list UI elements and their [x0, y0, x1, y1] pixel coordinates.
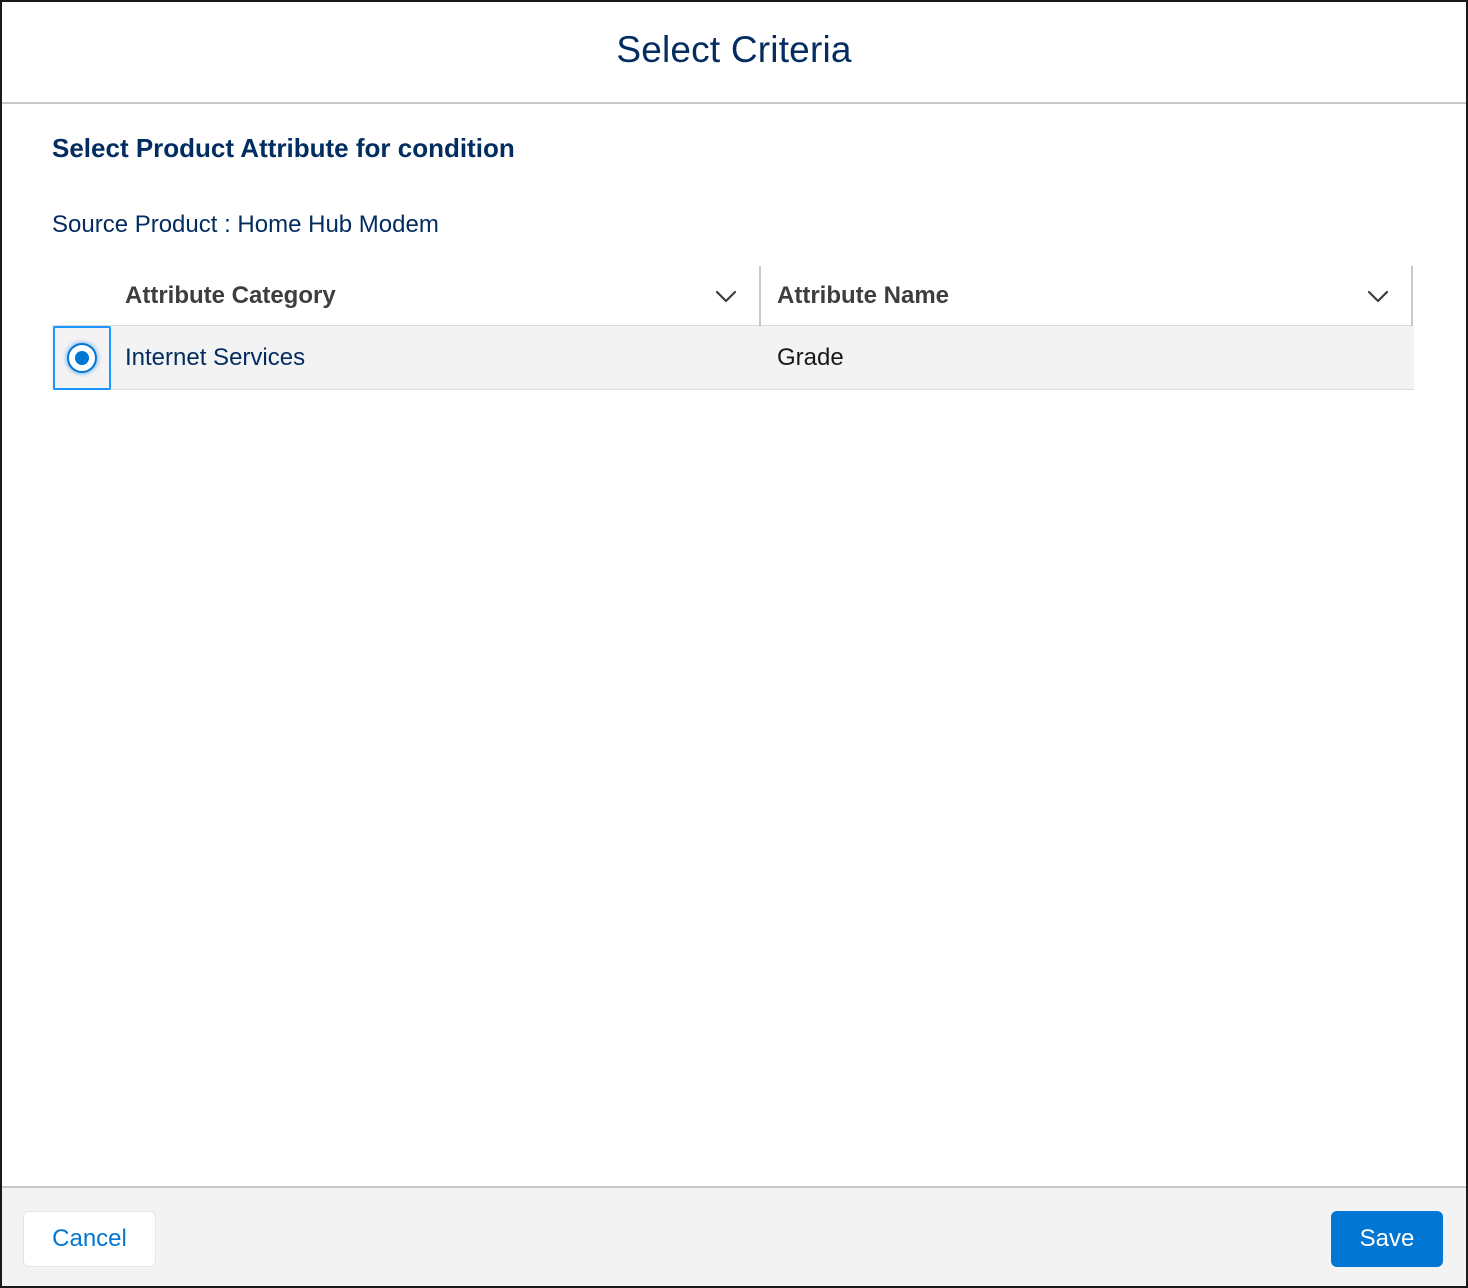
cancel-button[interactable]: Cancel — [23, 1211, 156, 1267]
row-radio-button[interactable] — [67, 343, 97, 373]
source-product-label: Source Product : Home Hub Modem — [52, 211, 439, 238]
table-header: Attribute Category Attribute Name — [52, 266, 1414, 326]
select-criteria-modal: Select Criteria Select Product Attribute… — [0, 0, 1468, 1288]
cell-attribute-name: Grade — [777, 344, 844, 371]
section-heading: Select Product Attribute for condition — [52, 133, 515, 163]
attribute-table: Attribute Category Attribute Name Intern… — [52, 266, 1414, 390]
cell-attribute-category: Internet Services — [125, 344, 306, 371]
column-header-attribute-category[interactable]: Attribute Category — [52, 266, 761, 326]
modal-footer: Cancel Save — [2, 1186, 1466, 1286]
row-select-cell[interactable] — [53, 326, 111, 390]
modal-title: Select Criteria — [616, 29, 852, 70]
table-row[interactable]: Internet Services Grade — [52, 326, 1414, 390]
column-header-label: Attribute Name — [777, 282, 950, 309]
column-header-attribute-name[interactable]: Attribute Name — [761, 266, 1413, 326]
radio-selected-dot — [75, 351, 89, 365]
modal-header: Select Criteria — [2, 2, 1466, 104]
chevron-down-icon[interactable] — [713, 284, 739, 310]
save-button[interactable]: Save — [1331, 1211, 1443, 1267]
column-header-label: Attribute Category — [125, 282, 336, 309]
chevron-down-icon[interactable] — [1365, 284, 1391, 310]
